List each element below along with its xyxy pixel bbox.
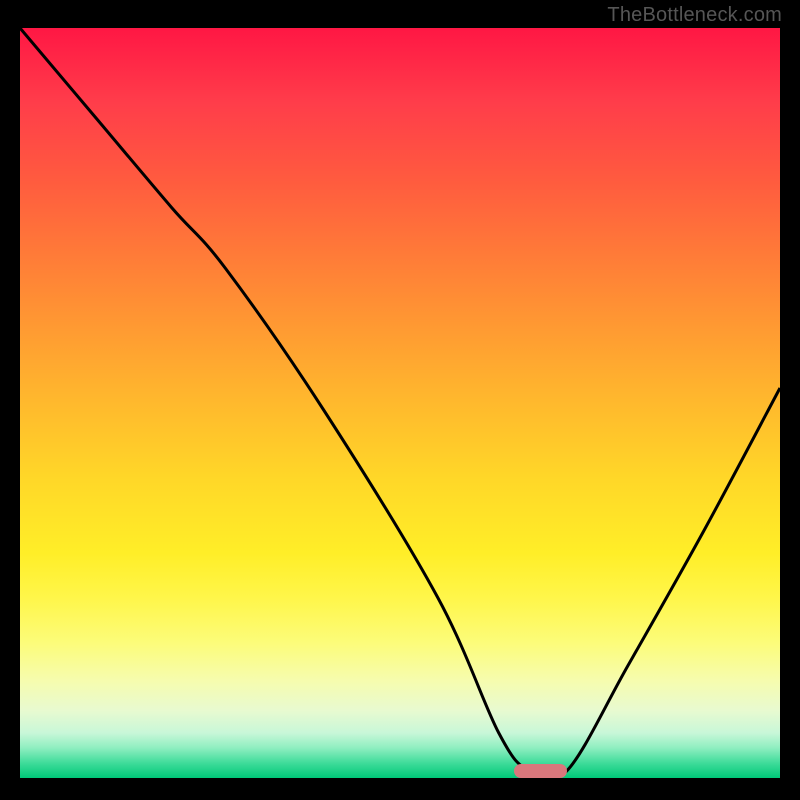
trough-marker (514, 764, 567, 778)
curve-svg (20, 28, 780, 778)
plot-area (20, 28, 780, 778)
chart-frame: TheBottleneck.com (0, 0, 800, 800)
watermark: TheBottleneck.com (607, 4, 782, 27)
bottleneck-curve (20, 28, 780, 778)
